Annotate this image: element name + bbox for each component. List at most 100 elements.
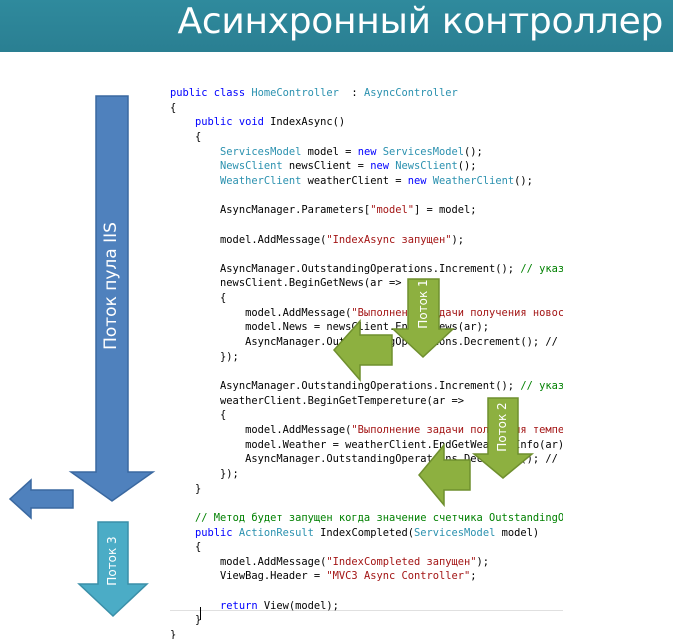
code-token: new [370, 160, 396, 173]
code-line: }); [170, 350, 239, 365]
code-token: WeatherClient [220, 174, 302, 187]
code-token: ServicesModel [220, 145, 302, 158]
code-line: } [170, 613, 201, 628]
code-line: weatherClient.BeginGetTempereture(ar => [170, 394, 464, 409]
iis-thread-label: Поток пула IIS [101, 222, 121, 350]
code-token: { [170, 130, 202, 143]
code-token: ViewBag.Header = [170, 570, 327, 583]
iis-return-arrow [8, 478, 74, 520]
code-token: }); [170, 467, 239, 480]
code-line: AsyncManager.OutstandingOperations.Incre… [170, 379, 563, 394]
code-token: IndexAsync() [270, 116, 346, 129]
code-token: AsyncManager.OutstandingOperations.Incre… [170, 262, 521, 275]
code-token: model.News = newsClient.EndGetNews(ar); [170, 321, 490, 334]
code-line: } [170, 482, 201, 497]
code-token: model.AddMessage( [170, 555, 327, 568]
code-line: newsClient.BeginGetNews(ar => [170, 276, 401, 291]
code-line: { [170, 291, 226, 306]
thread3-label: Поток 3 [105, 536, 119, 586]
code-token: ); [451, 233, 465, 246]
code-token: } [170, 482, 202, 495]
code-token: } [170, 614, 202, 627]
code-token: HomeController [251, 87, 339, 99]
code-line: model.News = newsClient.EndGetNews(ar); [170, 320, 489, 335]
code-token: } [170, 629, 177, 639]
code-line: model.AddMessage("IndexCompleted запущен… [170, 555, 489, 570]
code-token: WeatherClient [432, 174, 515, 187]
code-line: public class HomeController : AsyncContr… [170, 86, 458, 101]
code-line: AsyncManager.OutstandingOperations.Incre… [170, 262, 563, 277]
code-token: AsyncController [363, 87, 458, 99]
code-token: "Выполнение задачи получения темпе [351, 423, 563, 436]
code-line: AsyncManager.Parameters["model"] = model… [170, 203, 477, 218]
code-token: model.AddMessage( [170, 306, 352, 319]
code-token: AsyncManager.OutstandingOperations.Incre… [170, 380, 521, 392]
code-token: ] = model; [413, 204, 477, 217]
code-token: ServicesModel [382, 145, 465, 158]
code-line: }); [170, 467, 239, 482]
code-token: NewsClient [220, 160, 283, 173]
code-token: public class [170, 87, 252, 99]
code-line: { [170, 101, 176, 116]
code-token: newsClient.BeginGetNews(ar => [170, 277, 402, 290]
code-listing: public class HomeController : AsyncContr… [170, 86, 563, 639]
code-token: // указ [520, 262, 563, 275]
code-token: model) [495, 526, 540, 539]
code-line: AsyncManager.OutstandingOperations.Decre… [170, 335, 558, 350]
code-line: model.AddMessage("IndexAsync запущен"); [170, 233, 464, 248]
code-line: // Метод будет запущен когда значение сч… [170, 511, 563, 526]
code-token: (); [464, 145, 483, 158]
code-token: { [170, 541, 202, 554]
code-token: { [170, 409, 227, 422]
code-token: "MVC3 Async Controller" [326, 570, 471, 583]
code-line: public void IndexAsync() [170, 115, 345, 130]
code-token: "IndexAsync запущен" [326, 233, 452, 246]
code-line: WeatherClient weatherClient = new Weathe… [170, 174, 533, 189]
code-token: AsyncManager.OutstandingOperations.Decre… [170, 336, 558, 349]
thread1-label: Поток 1 [416, 279, 430, 329]
code-token: (); [457, 160, 477, 173]
code-token: { [170, 292, 227, 305]
code-token: ); [476, 555, 490, 568]
code-token: : [338, 87, 364, 99]
code-token: // указ [520, 380, 563, 392]
code-token: View(model); [263, 599, 339, 612]
code-token: ActionResult [238, 526, 314, 539]
code-line: { [170, 130, 201, 145]
code-token: "IndexCompleted запущен" [326, 555, 477, 568]
code-line: ServicesModel model = new ServicesModel(… [170, 145, 483, 160]
code-token: IndexCompleted( [313, 526, 414, 539]
code-token: newsClient = [282, 160, 371, 173]
slide-title: Асинхронный контроллер [177, 1, 664, 42]
code-token: return [220, 599, 264, 612]
code-token: { [170, 101, 177, 114]
code-token: }); [170, 350, 239, 363]
code-token: "model" [370, 204, 414, 217]
code-token: "Выполнение задачи получения новос [351, 306, 563, 319]
code-token: ServicesModel [414, 526, 496, 539]
code-line: { [170, 540, 201, 555]
code-line: return View(model); [170, 599, 339, 614]
code-token: new [357, 145, 383, 158]
code-line: NewsClient newsClient = new NewsClient()… [170, 159, 477, 174]
code-line: { [170, 408, 226, 423]
slide-title-bar: Асинхронный контроллер [0, 0, 673, 52]
code-token: ; [470, 570, 477, 583]
code-token: model.AddMessage( [170, 423, 352, 436]
code-token: public void [195, 116, 271, 129]
code-line: } [170, 628, 176, 639]
code-token: weatherClient = [301, 174, 408, 187]
code-token: model = [301, 145, 358, 158]
code-token: NewsClient [395, 160, 458, 173]
code-token: (); [514, 174, 533, 187]
code-token: new [407, 174, 433, 187]
code-token: model.AddMessage( [170, 233, 327, 246]
code-line: public ActionResult IndexCompleted(Servi… [170, 526, 539, 541]
code-line: ViewBag.Header = "MVC3 Async Controller"… [170, 569, 477, 584]
code-token: weatherClient.BeginGetTempereture(ar => [170, 394, 465, 407]
